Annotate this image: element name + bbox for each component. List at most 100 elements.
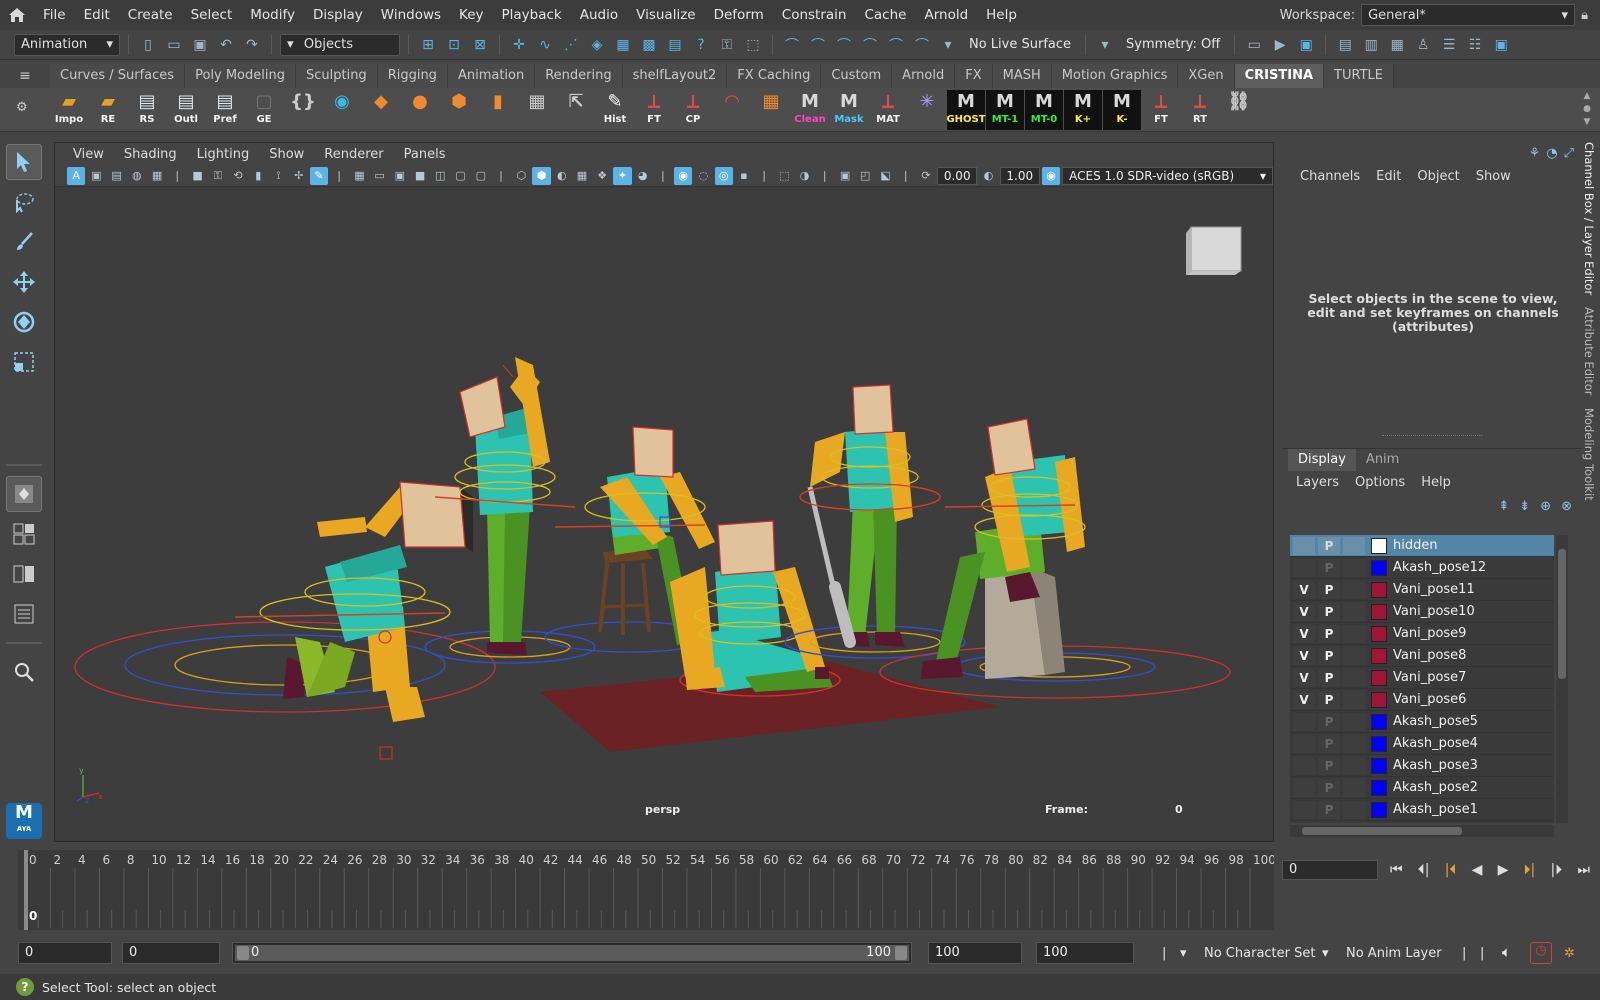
select-tool[interactable] [6,144,42,180]
layer-display-type-toggle[interactable] [1343,646,1365,665]
current-time-indicator[interactable] [24,850,28,930]
step-back-frame-icon[interactable]: ⏴| [1418,862,1430,878]
save-scene-icon[interactable]: ▣ [189,34,211,56]
layer-visibility-toggle[interactable] [1293,712,1315,731]
shelf-button-export[interactable]: ⇱ [557,90,595,130]
layer-display-type-toggle[interactable] [1343,778,1365,797]
layer-row[interactable]: P Akash_pose5 [1290,711,1554,733]
play-forwards-icon[interactable]: ▶ [1498,862,1509,878]
layer-playback-toggle[interactable]: P [1318,712,1340,731]
layer-playback-toggle[interactable]: P [1318,756,1340,775]
viewport-menu-renderer[interactable]: Renderer [314,147,393,162]
step-forward-frame-icon[interactable]: |⏵ [1550,862,1562,878]
play-backwards-icon[interactable]: ◀ [1472,862,1483,878]
layer-visibility-toggle[interactable] [1293,800,1315,819]
layer-visibility-toggle[interactable] [1293,536,1315,555]
shelf-tab-sculpting[interactable]: Sculpting [295,64,378,88]
sound-icon[interactable]: 🔈︎ [1502,943,1511,961]
motion-blur-icon[interactable]: ◌ [694,167,712,185]
exposure-icon[interactable]: ⟳ [917,167,935,185]
splitter-handle[interactable] [1382,435,1482,436]
layer-menu-help[interactable]: Help [1413,475,1459,490]
move-layer-up-icon[interactable]: ⇞ [1498,499,1509,514]
shelf-tab-rigging[interactable]: Rigging [377,64,448,88]
chevron-down-icon[interactable]: ▾ [1094,34,1116,56]
shelf-button-cp[interactable]: ⟂ CP [674,90,712,130]
lasso-vertex-icon[interactable]: ⌒ [885,34,907,56]
range-slider[interactable]: 0 100 [232,942,912,964]
lasso-uv-icon[interactable]: ⌒ [859,34,881,56]
side-tab-channel-box-layer-editor[interactable]: Channel Box / Layer Editor [1582,142,1596,295]
gear-icon[interactable]: ⚙ [16,100,28,115]
shelf-tab-poly-modeling[interactable]: Poly Modeling [185,64,296,88]
render-frame-icon[interactable]: ▶ [1269,34,1291,56]
layer-visibility-toggle[interactable]: V [1293,668,1315,687]
shelf-button-k[interactable]: M K+ [1064,89,1102,130]
exposure-field[interactable]: 0.00 [937,166,978,185]
layer-tab-display[interactable]: Display [1288,449,1356,471]
lasso-face-icon[interactable]: ⌒ [833,34,855,56]
xray-joints-icon[interactable]: ◰ [856,167,874,185]
channel-box-menu-object[interactable]: Object [1409,169,1467,184]
layer-color-swatch[interactable] [1371,581,1387,598]
antialias-icon[interactable]: ◎ [714,166,733,185]
shelf-tab-curves-surfaces[interactable]: Curves / Surfaces [50,64,186,88]
layer-menu-layers[interactable]: Layers [1288,475,1347,490]
layer-row[interactable]: P Akash_pose4 [1290,733,1554,755]
attribute-icon[interactable]: ☰ [1438,34,1460,56]
layer-color-swatch[interactable] [1371,801,1387,818]
shelf-button-calendar[interactable]: ▦ [752,90,790,130]
layer-color-swatch[interactable] [1371,537,1387,554]
animation-preferences-icon[interactable]: ✲ [1564,946,1575,961]
shelf-button-ge[interactable]: ▢ GE [245,90,283,130]
select-camera-icon[interactable]: A [67,166,86,185]
layer-playback-toggle[interactable]: P [1318,646,1340,665]
layer-row[interactable]: P Akash_pose2 [1290,777,1554,799]
pen-icon[interactable]: ✎ [309,166,329,185]
layer-color-swatch[interactable] [1371,559,1387,576]
chevron-down-icon[interactable]: ▾ [1180,946,1187,961]
backface-icon[interactable]: ⬕ [876,167,894,185]
lasso-icon[interactable]: ⌒ [781,34,803,56]
workspace-dropdown[interactable]: General* ▾ [1361,4,1576,26]
xray-joint-icon[interactable]: ⟟ [269,167,287,185]
character-icon[interactable]: ♙ [1412,34,1434,56]
four-view-layout[interactable] [6,516,42,552]
camera-icon[interactable]: ■ [188,167,206,185]
channel-box-icon[interactable]: ▣ [1490,34,1512,56]
layer-playback-toggle[interactable]: P [1318,624,1340,643]
layer-visibility-toggle[interactable] [1293,558,1315,577]
shelf-button-ft[interactable]: ⟂ FT [635,90,673,130]
layer-color-swatch[interactable] [1371,669,1387,686]
layer-display-type-toggle[interactable] [1343,558,1365,577]
side-tab-attribute-editor[interactable]: Attribute Editor [1582,307,1596,395]
move-tool[interactable] [6,264,42,300]
channel-box-menu-show[interactable]: Show [1468,169,1519,184]
shelf-tab-fx-caching[interactable]: FX Caching [727,64,822,88]
chevron-down-icon[interactable]: ▾ [1322,946,1329,961]
field-chart-icon[interactable]: ◫ [431,167,449,185]
playback-start-field[interactable]: 0 [122,942,220,964]
character-sitting-block[interactable] [879,418,1231,699]
scroll-thumb[interactable] [1302,827,1462,835]
2d-pan-icon[interactable]: ▦ [148,167,166,185]
character-standing-bat[interactable] [784,384,966,659]
lock-icon[interactable]: ⚿ [716,34,738,56]
smooth-shade-icon[interactable]: ⬢ [532,166,551,185]
layer-color-swatch[interactable] [1371,713,1387,730]
menu-edit[interactable]: Edit [75,7,119,23]
render-view-icon[interactable]: ▭ [1243,34,1265,56]
snap-point-icon[interactable]: ⋰ [560,34,582,56]
layer-visibility-toggle[interactable]: V [1293,602,1315,621]
side-tab-modeling-toolkit[interactable]: Modeling Toolkit [1582,408,1596,501]
layer-tab-anim[interactable]: Anim [1356,449,1409,471]
resolution-gate-icon[interactable]: ▣ [391,167,409,185]
shelf-button-ft[interactable]: ⟂ FT [1142,90,1180,130]
hypershade-icon[interactable]: ▤ [1334,34,1356,56]
xray-icon[interactable]: ◑ [795,167,813,185]
character-set-dropdown[interactable]: No Character Set [1204,946,1315,961]
view-cube[interactable] [1183,221,1245,277]
shelf-button-diamond[interactable]: ◆ [362,90,400,130]
textured-icon[interactable]: ▦ [573,167,591,185]
layer-visibility-toggle[interactable] [1293,778,1315,797]
